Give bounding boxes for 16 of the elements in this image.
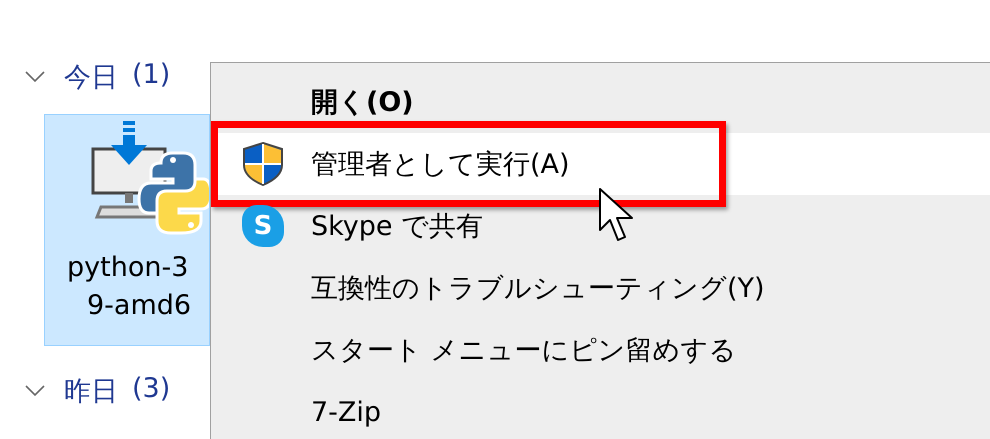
menu-item[interactable]: S Skype で共有	[211, 195, 990, 257]
menu-item[interactable]: 開く(O)	[211, 71, 990, 133]
file-name: 9-amd6	[87, 289, 192, 323]
chevron-icon[interactable]	[24, 70, 46, 84]
file-name: python-3	[67, 251, 190, 285]
group-label: 今日	[64, 61, 118, 95]
menu-item[interactable]: 7-Zip	[211, 381, 990, 439]
chevron-icon[interactable]	[24, 384, 46, 398]
file-tile[interactable]: python-3 9-amd6	[44, 114, 210, 346]
group-count: (1)	[132, 59, 170, 92]
group-count: (3)	[132, 373, 170, 406]
menu-item[interactable]: スタート メニューにピン留めする	[211, 319, 990, 381]
shield-icon	[241, 141, 285, 187]
skype-icon: S	[242, 205, 284, 247]
menu-item[interactable]: 互換性のトラブルシューティング(Y)	[211, 257, 990, 319]
group-label: 昨日	[64, 375, 118, 409]
